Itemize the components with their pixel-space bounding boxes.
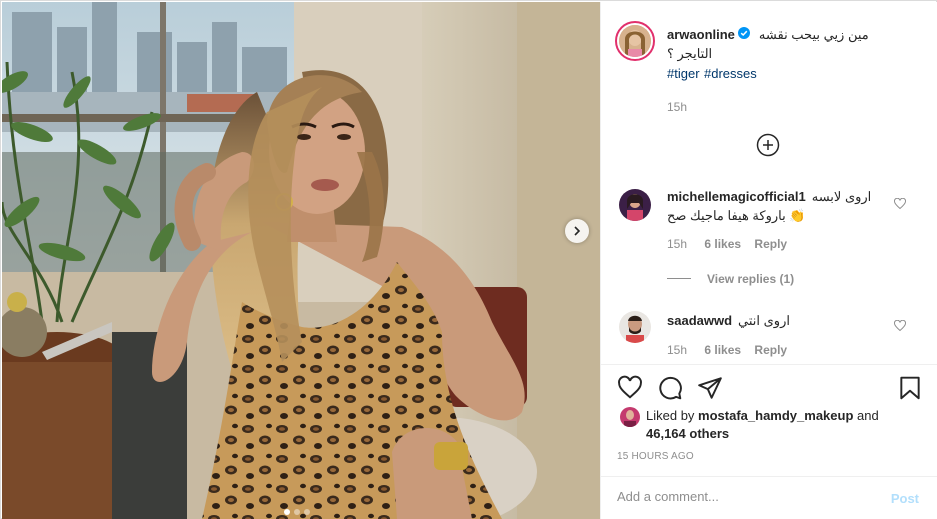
- commenter-avatar[interactable]: [619, 189, 651, 221]
- chevron-right-icon: [574, 226, 581, 236]
- carousel-next-button[interactable]: [565, 219, 589, 243]
- post-owner-username[interactable]: arwaonline: [667, 27, 735, 42]
- comment-meta: 15h 6 likes Reply: [667, 237, 887, 251]
- clap-emoji: 👏: [789, 208, 806, 223]
- bookmark-icon[interactable]: [897, 375, 923, 401]
- comment-likes[interactable]: 6 likes: [704, 237, 741, 251]
- comment: michellemagicofficial1 اروى لابسه باروكة…: [667, 189, 887, 251]
- caption-text-line2: التايجر ؟: [667, 46, 917, 62]
- post-photo[interactable]: [2, 2, 600, 519]
- caption-text-line2-content: التايجر ؟: [667, 46, 713, 61]
- share-icon[interactable]: [697, 375, 723, 401]
- comment-text-line1: اروى انتي: [738, 313, 790, 328]
- liked-by-username[interactable]: mostafa_hamdy_makeup: [698, 408, 853, 423]
- post-action-bar: [601, 364, 937, 408]
- view-replies-button[interactable]: View replies (1): [707, 272, 794, 286]
- carousel-dot: [284, 509, 290, 515]
- avatar-image: [620, 407, 640, 427]
- comment: saadawwd اروى انتي 15h 6 likes Reply: [667, 313, 887, 357]
- comment-reply-button[interactable]: Reply: [754, 343, 787, 357]
- comment-like-heart-icon[interactable]: [894, 198, 906, 210]
- comment-icon[interactable]: [657, 375, 683, 401]
- liked-by-prefix: Liked by: [646, 408, 695, 423]
- carousel-dot: [304, 509, 310, 515]
- caption-hashtags: #tiger #dresses: [667, 65, 917, 83]
- add-comment-bar: Post: [601, 476, 937, 519]
- avatar-image: [619, 189, 651, 221]
- caption-time: 15h: [667, 100, 688, 114]
- likes-count[interactable]: 46,164 others: [646, 426, 729, 441]
- post-timestamp: 15 HOURS AGO: [617, 451, 694, 462]
- comment-reply-button[interactable]: Reply: [754, 237, 787, 251]
- caption-text-line1: مين زيي بيحب نقشه: [758, 27, 869, 42]
- avatar-image: [619, 25, 651, 57]
- instagram-post-modal: arwaonline مين زيي بيحب نقشه التايجر ؟ #…: [0, 0, 937, 519]
- heart-icon[interactable]: [617, 375, 643, 401]
- comment-like-heart-icon[interactable]: [894, 320, 906, 332]
- comment-text-line2-content: باروكة هيفا ماجيك صح: [667, 208, 786, 223]
- post-details-panel: arwaonline مين زيي بيحب نقشه التايجر ؟ #…: [600, 2, 937, 519]
- carousel-dot: [294, 509, 300, 515]
- commenter-username[interactable]: saadawwd: [667, 313, 732, 329]
- plus-circle-icon[interactable]: [756, 133, 780, 157]
- view-replies-line: [667, 278, 691, 279]
- comment-time: 15h: [667, 343, 688, 357]
- commenter-username[interactable]: michellemagicofficial1: [667, 189, 806, 204]
- post-comment-button[interactable]: Post: [891, 491, 919, 506]
- commenter-avatar[interactable]: [619, 311, 651, 343]
- hashtag-link[interactable]: #tiger: [667, 66, 700, 81]
- comment-likes[interactable]: 6 likes: [704, 343, 741, 357]
- comment-text-line1: اروى لابسه: [811, 189, 872, 204]
- verified-badge-icon: [737, 27, 750, 39]
- carousel-indicator: [284, 509, 310, 515]
- avatar[interactable]: [619, 25, 651, 57]
- comment-time: 15h: [667, 237, 688, 251]
- liked-by-and: and: [857, 408, 879, 423]
- likes-summary: Liked by mostafa_hamdy_makeup and 46,164…: [646, 407, 926, 443]
- comment-input[interactable]: [617, 489, 877, 504]
- avatar-image: [619, 311, 651, 343]
- comment-meta: 15h 6 likes Reply: [667, 343, 887, 357]
- hashtag-link[interactable]: #dresses: [704, 66, 757, 81]
- comment-text-line2: باروكة هيفا ماجيك صح 👏: [667, 207, 887, 225]
- post-image: [2, 2, 600, 519]
- liker-avatar[interactable]: [620, 407, 640, 427]
